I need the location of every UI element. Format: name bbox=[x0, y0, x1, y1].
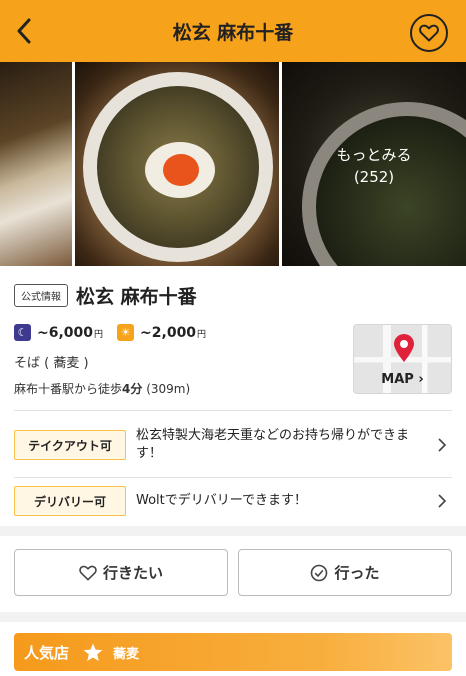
delivery-text: Woltでデリバリーできます！ bbox=[136, 493, 307, 508]
more-photos-label: もっとみる (252) bbox=[282, 144, 466, 188]
photo-more[interactable]: もっとみる (252) bbox=[282, 62, 466, 266]
chevron-right-icon bbox=[438, 494, 447, 508]
star-icon bbox=[83, 643, 103, 661]
map-pin-icon bbox=[394, 334, 414, 362]
divider bbox=[14, 410, 452, 411]
popular-genre: 蕎麦 bbox=[113, 646, 140, 662]
takeout-row[interactable]: テイクアウト可 松玄特製大海老天重などのお持ち帰りができます！ bbox=[14, 416, 452, 474]
lunch-price: ~2,000円 bbox=[140, 325, 206, 341]
shop-name: 松玄 麻布十番 bbox=[76, 286, 197, 308]
favorite-button[interactable] bbox=[410, 14, 448, 52]
popular-banner[interactable]: 人気店 蕎麦 bbox=[14, 633, 452, 671]
access-distance: (309m) bbox=[142, 382, 191, 396]
section-separator bbox=[0, 612, 466, 622]
want-to-go-button[interactable]: 行きたい bbox=[14, 549, 228, 596]
access-info: 麻布十番駅から徒歩4分 (309m) bbox=[14, 380, 190, 397]
check-circle-icon bbox=[311, 564, 328, 581]
page-title: 松玄 麻布十番 bbox=[172, 21, 294, 44]
genre-label: そば ( 蕎麦 ) bbox=[14, 356, 89, 371]
chevron-right-icon bbox=[438, 438, 447, 452]
price-row: ☾ ~6,000円 ☀ ~2,000円 bbox=[14, 324, 206, 341]
lunch-price-value: ~2,000 bbox=[140, 324, 197, 341]
delivery-row[interactable]: デリバリー可 Woltでデリバリーできます！ bbox=[14, 480, 452, 522]
photo-gallery: もっとみる (252) bbox=[0, 62, 466, 266]
moon-icon: ☾ bbox=[14, 324, 31, 341]
chevron-left-icon bbox=[17, 18, 31, 44]
shop-info: 公式情報 松玄 麻布十番 ☾ ~6,000円 ☀ ~2,000円 そば ( 蕎麦… bbox=[14, 282, 452, 396]
dinner-price: ~6,000円 bbox=[37, 325, 103, 341]
photo-thumbnail[interactable] bbox=[75, 62, 279, 266]
official-info-tag: 公式情報 bbox=[14, 284, 68, 307]
heart-icon bbox=[419, 24, 439, 42]
want-to-go-label: 行きたい bbox=[102, 564, 163, 582]
back-button[interactable] bbox=[4, 11, 44, 51]
takeout-tag: テイクアウト可 bbox=[14, 430, 126, 460]
been-there-button[interactable]: 行った bbox=[238, 549, 452, 596]
takeout-text: 松玄特製大海老天重などのお持ち帰りができます！ bbox=[136, 428, 410, 461]
app-header: 松玄 麻布十番 bbox=[0, 0, 466, 62]
more-photos-count: (252) bbox=[353, 168, 395, 186]
more-photos-text: もっとみる bbox=[336, 146, 412, 164]
popular-label: 人気店 bbox=[24, 643, 70, 662]
access-minutes: 4分 bbox=[122, 382, 143, 396]
heart-icon bbox=[79, 565, 97, 580]
title-row: 公式情報 松玄 麻布十番 bbox=[14, 282, 452, 309]
divider bbox=[14, 477, 452, 478]
yen-unit: 円 bbox=[197, 329, 207, 340]
map-label: MAP › bbox=[381, 372, 424, 387]
dinner-price-value: ~6,000 bbox=[37, 324, 94, 341]
delivery-tag: デリバリー可 bbox=[14, 486, 126, 516]
map-button[interactable]: MAP › bbox=[353, 324, 452, 394]
yen-unit: 円 bbox=[94, 329, 104, 340]
photo-yolk bbox=[163, 154, 199, 186]
sun-icon: ☀ bbox=[117, 324, 135, 341]
section-separator bbox=[0, 526, 466, 536]
access-prefix: 麻布十番駅から徒歩 bbox=[14, 382, 123, 396]
photo-thumbnail[interactable] bbox=[0, 62, 72, 266]
been-there-label: 行った bbox=[334, 564, 380, 582]
